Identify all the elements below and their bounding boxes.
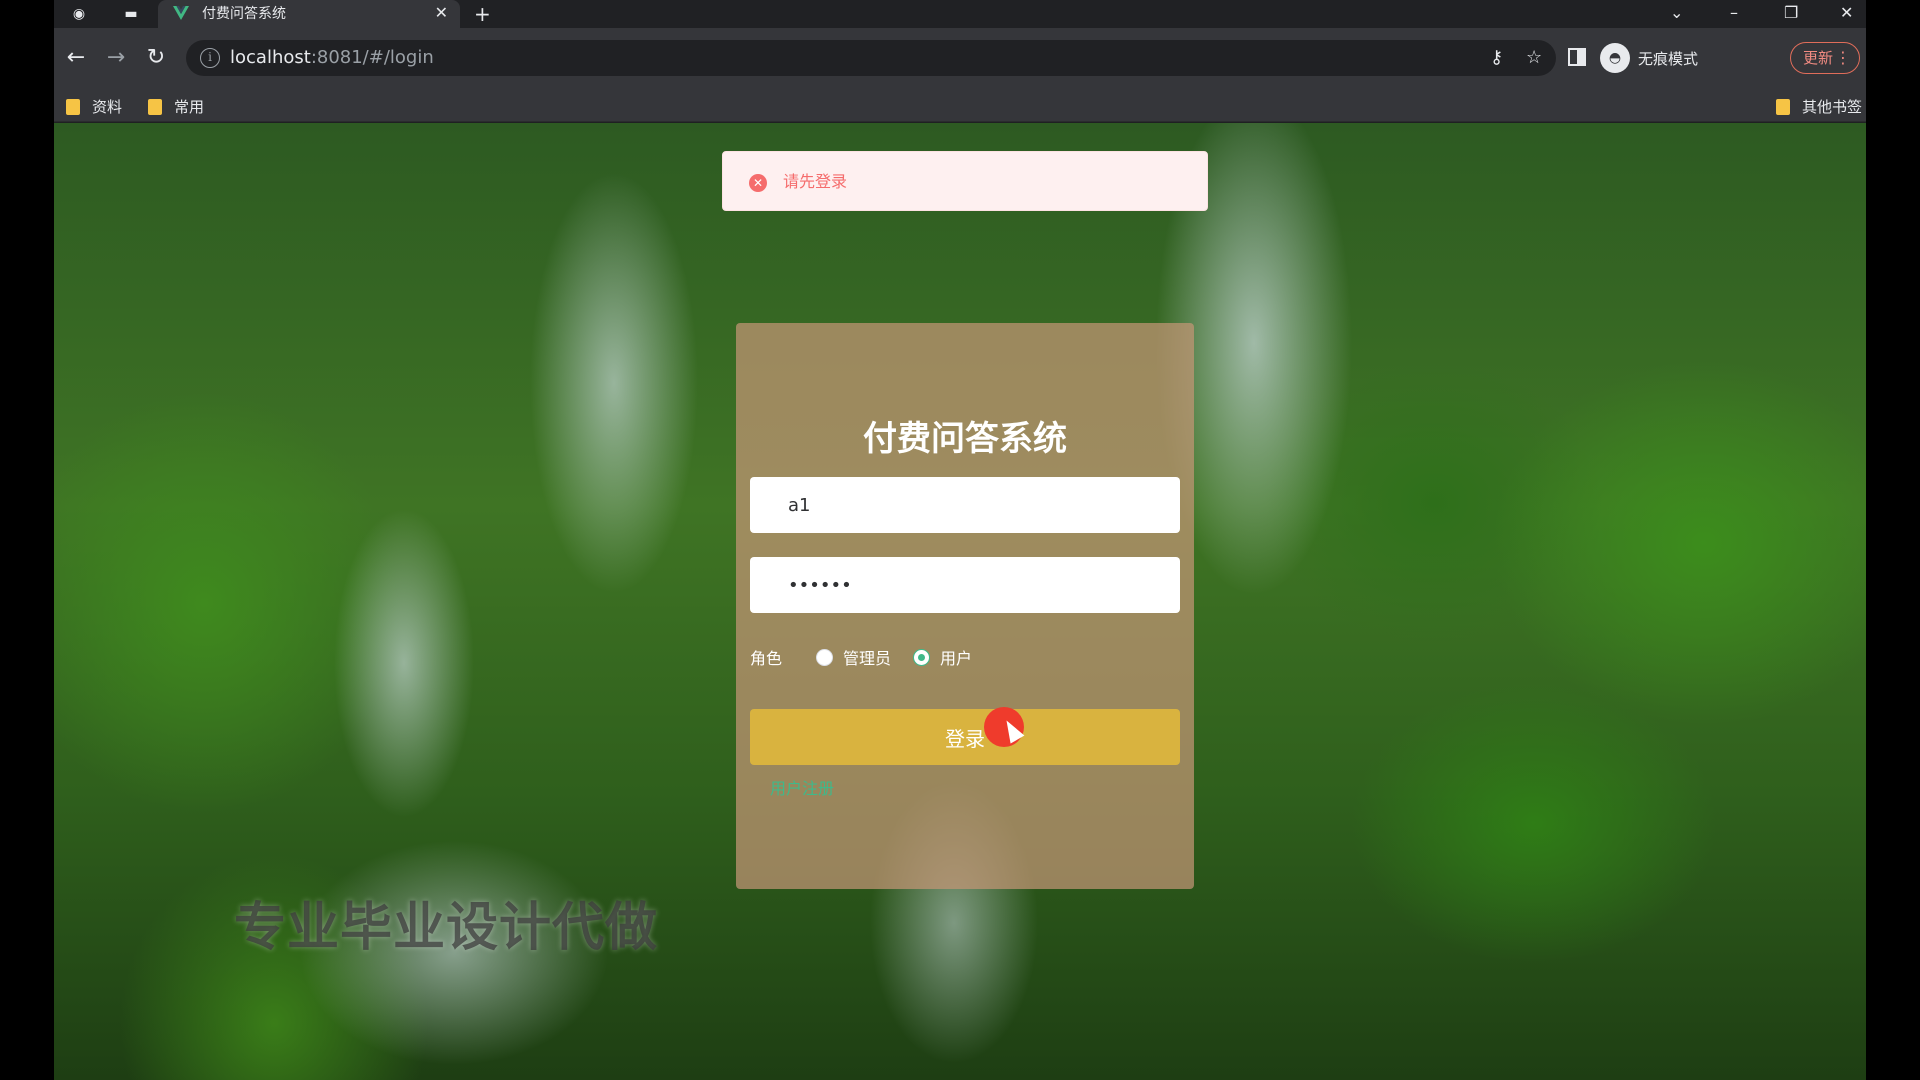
login-page: 专业毕业设计代做 ✕ 请先登录 付费问答系统 角色 管理员 用户 登录 用户注册 <box>54 123 1866 1080</box>
folder-icon <box>148 98 162 115</box>
incognito-label: 无痕模式 <box>1638 49 1699 68</box>
url-text: localhost:8081/#/login <box>230 48 434 68</box>
active-tab[interactable]: 付费问答系统 ✕ <box>158 0 460 28</box>
restore-icon[interactable]: ❐ <box>1784 2 1798 24</box>
reload-icon[interactable]: ↻ <box>142 44 170 72</box>
bookmark-label: 常用 <box>174 98 205 116</box>
bookmark-label: 资料 <box>92 98 123 116</box>
star-icon[interactable]: ☆ <box>1526 48 1542 68</box>
tab-title: 付费问答系统 <box>202 6 286 22</box>
url-path: :8081/#/login <box>310 47 434 68</box>
update-label: 更新 <box>1803 49 1834 67</box>
key-icon[interactable]: ⚷ <box>1490 48 1503 68</box>
address-bar[interactable]: i localhost:8081/#/login ⚷ ☆ <box>186 40 1556 76</box>
login-button[interactable]: 登录 <box>750 709 1180 765</box>
role-user-label[interactable]: 用户 <box>940 645 972 669</box>
error-toast: ✕ 请先登录 <box>722 151 1208 211</box>
role-selector: 角色 管理员 用户 <box>750 645 994 669</box>
menu-dots-icon[interactable]: ⋮ <box>1835 43 1851 73</box>
site-info-icon[interactable]: i <box>200 48 220 68</box>
login-title: 付费问答系统 <box>863 419 1067 459</box>
bookmarks-bar: 资料 常用 其他书签 <box>54 88 1866 122</box>
url-host: localhost <box>230 47 311 68</box>
other-bookmarks[interactable]: 其他书签 <box>1776 96 1862 117</box>
vue-favicon-icon <box>173 6 189 20</box>
tab-close-icon[interactable]: ✕ <box>435 4 448 22</box>
side-panel-icon[interactable] <box>1568 48 1586 66</box>
tab-search-icon[interactable]: ◉ <box>68 3 90 25</box>
forward-icon[interactable]: → <box>102 44 130 72</box>
toast-message: 请先登录 <box>783 172 848 191</box>
browser-window: ◉ ▬ 付费问答系统 ✕ + ⌄ – ❐ ✕ ← → ↻ i localhost… <box>54 0 1866 1080</box>
role-label: 角色 <box>750 649 783 668</box>
bookmark-folder-1[interactable]: 资料 <box>66 96 122 117</box>
back-icon[interactable]: ← <box>62 44 90 72</box>
update-button[interactable]: 更新 ⋮ <box>1790 42 1860 74</box>
folder-icon <box>1776 98 1790 115</box>
new-tab-button[interactable]: + <box>474 2 491 26</box>
role-admin-radio[interactable] <box>816 648 834 666</box>
tab-list-chevron-icon[interactable]: ⌄ <box>1670 2 1683 24</box>
tab-groups-icon[interactable]: ▬ <box>120 3 142 25</box>
watermark-text: 专业毕业设计代做 <box>234 898 659 958</box>
folder-icon <box>66 98 80 115</box>
password-input[interactable] <box>750 557 1180 613</box>
role-user-radio[interactable] <box>913 648 931 666</box>
incognito-indicator[interactable]: ◓ 无痕模式 <box>1600 42 1698 74</box>
role-admin-label[interactable]: 管理员 <box>843 645 891 669</box>
incognito-icon: ◓ <box>1600 43 1630 73</box>
bookmark-folder-2[interactable]: 常用 <box>148 96 204 117</box>
other-bookmarks-label: 其他书签 <box>1802 98 1863 116</box>
tab-strip: ◉ ▬ 付费问答系统 ✕ + ⌄ – ❐ ✕ <box>54 0 1866 28</box>
browser-toolbar: ← → ↻ i localhost:8081/#/login ⚷ ☆ ◓ 无痕模… <box>54 28 1866 88</box>
minimize-icon[interactable]: – <box>1730 2 1738 24</box>
login-card: 付费问答系统 角色 管理员 用户 登录 用户注册 <box>736 323 1194 889</box>
close-window-icon[interactable]: ✕ <box>1840 2 1853 24</box>
register-link[interactable]: 用户注册 <box>770 775 834 799</box>
username-input[interactable] <box>750 477 1180 533</box>
error-circle-icon: ✕ <box>749 174 767 192</box>
